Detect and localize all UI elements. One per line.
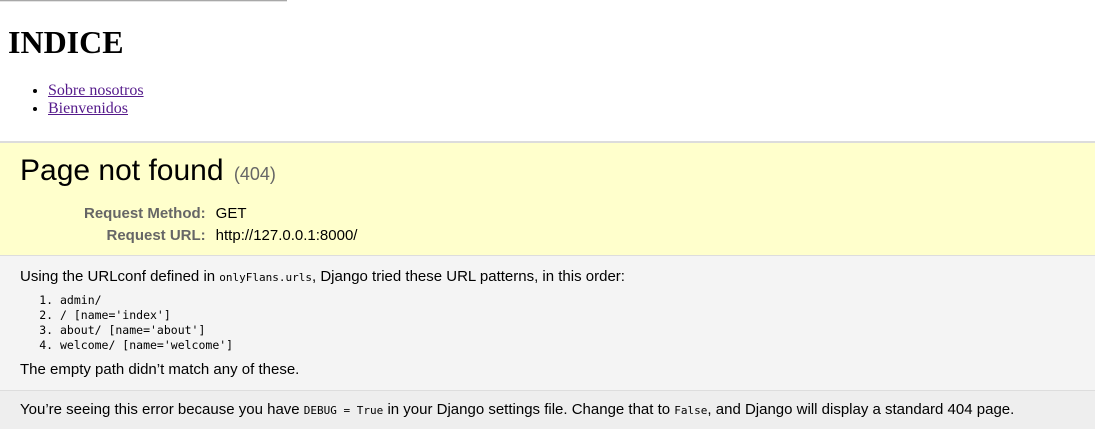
error-code: (404) [233,164,276,184]
urlconf-name: onlyFlans.urls [219,271,313,284]
top-horizontal-rule [0,0,287,2]
error-summary: Page not found (404) Request Method: GET… [0,141,1095,256]
url-pattern-item: about/ [name='about'] [60,323,233,338]
explanation-part2: in your Django settings file. Change tha… [383,401,675,418]
url-patterns-list: admin/ / [name='index'] about/ [name='ab… [22,293,233,353]
explanation-part1: You’re seeing this error because you hav… [20,401,304,418]
nav-item-sobre-nosotros: Sobre nosotros [48,82,144,100]
false-code: False [674,404,708,417]
request-method-value: GET [215,205,247,222]
error-title: Page not found (404) [20,154,276,191]
request-method-label: Request Method: [84,205,206,222]
request-url-row: Request URL: http://127.0.0.1:8000/ [84,227,358,249]
request-meta-table: Request Method: GET Request URL: http://… [84,205,357,249]
request-url-label: Request URL: [106,227,206,244]
bienvenidos-link[interactable]: Bienvenidos [48,100,128,117]
request-url-value: http://127.0.0.1:8000/ [215,227,358,244]
url-pattern-item: / [name='index'] [60,308,233,323]
no-match-message: The empty path didn’t match any of these… [20,361,300,378]
url-pattern-item: welcome/ [name='welcome'] [60,338,233,353]
error-title-text: Page not found [20,154,224,187]
debug-setting-code: DEBUG = True [303,404,384,417]
nav-list: Sobre nosotros Bienvenidos [8,82,144,118]
explanation-text: You’re seeing this error because you hav… [20,401,1014,420]
urlconf-intro-before: Using the URLconf defined in [20,268,220,285]
error-info: Using the URLconf defined in onlyFlans.u… [0,256,1095,390]
urlconf-intro: Using the URLconf defined in onlyFlans.u… [20,268,625,287]
explanation-part3: , and Django will display a standard 404… [707,401,1015,418]
site-title: INDICE [8,24,124,60]
url-pattern-item: admin/ [60,293,233,308]
error-explanation: You’re seeing this error because you hav… [0,390,1095,429]
urlconf-intro-after: , Django tried these URL patterns, in th… [312,268,625,285]
request-method-row: Request Method: GET [84,205,357,227]
sobre-nosotros-link[interactable]: Sobre nosotros [48,82,144,99]
nav-item-bienvenidos: Bienvenidos [48,100,144,118]
